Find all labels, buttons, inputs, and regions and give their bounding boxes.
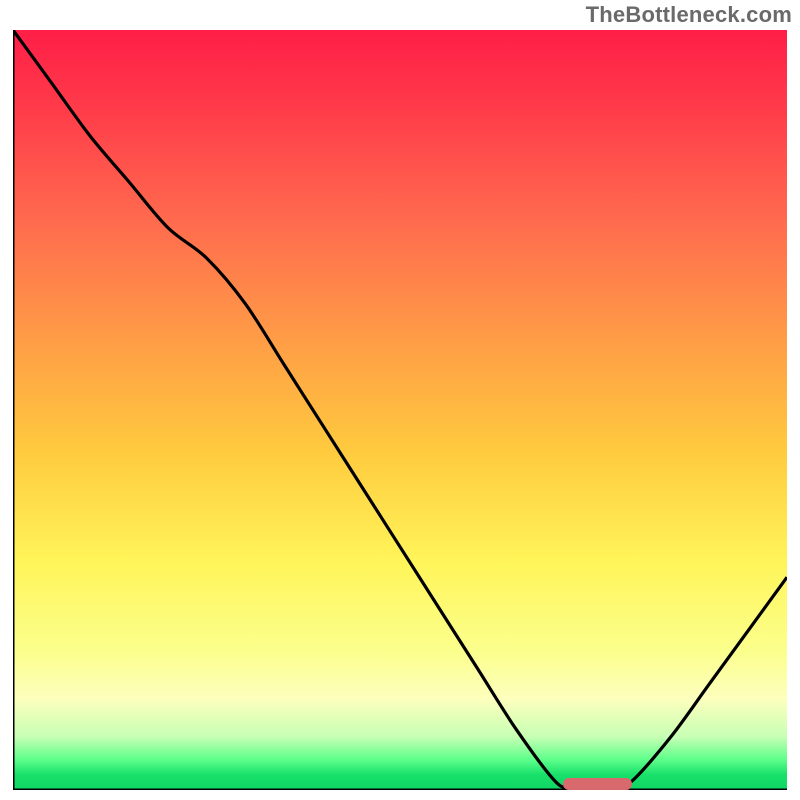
bottleneck-chart: TheBottleneck.com xyxy=(0,0,800,800)
bottleneck-curve xyxy=(13,30,787,790)
watermark-text: TheBottleneck.com xyxy=(586,2,792,28)
curve-path xyxy=(13,30,787,788)
optimal-range-marker xyxy=(563,778,633,790)
